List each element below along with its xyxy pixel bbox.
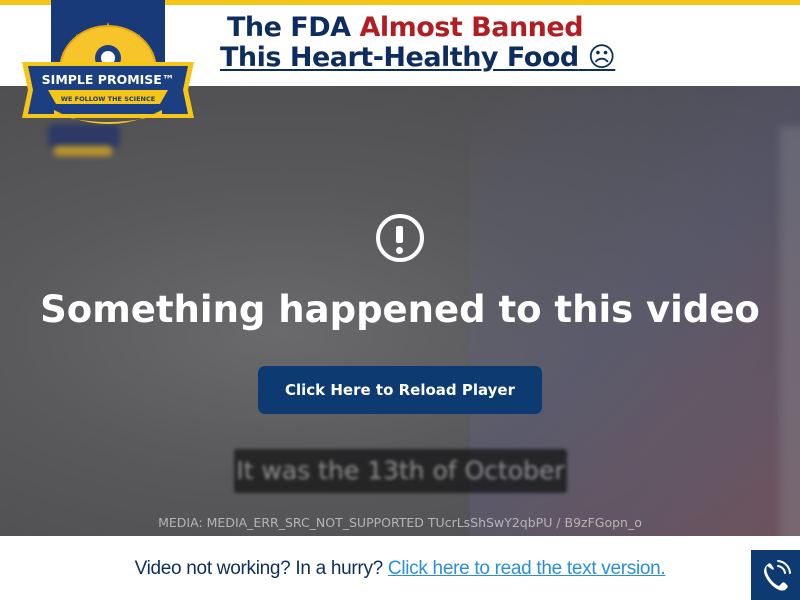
headline-line-2: This Heart-Healthy Food ☹: [220, 42, 616, 73]
video-error-title: Something happened to this video: [40, 288, 760, 331]
simple-promise-logo[interactable]: SIMPLE PROMISE™ WE FOLLOW THE SCIENCE: [14, 0, 196, 160]
headline-line-1: The FDA Almost Banned: [220, 13, 590, 43]
sad-face-emoji: ☹: [587, 42, 616, 73]
phone-icon: [764, 560, 791, 591]
blurred-video-caption: It was the 13th of October: [234, 449, 567, 493]
headline: The FDA Almost Banned This Heart-Healthy…: [220, 13, 616, 73]
exclamation-bar: [396, 226, 403, 243]
headline-part-1: The FDA: [226, 12, 360, 43]
headline-highlight: Almost Banned: [359, 12, 584, 43]
exclamation-circle-icon: [376, 214, 424, 262]
text-version-link[interactable]: Click here to read the text version.: [388, 558, 666, 579]
logo-brand-text: SIMPLE PROMISE™: [42, 72, 175, 87]
media-error-code: MEDIA: MEDIA_ERR_SRC_NOT_SUPPORTED TUcrL…: [158, 515, 642, 530]
exclamation-dot: [396, 247, 403, 254]
logo-tagline-text: WE FOLLOW THE SCIENCE: [61, 95, 155, 103]
logo-graphic: SIMPLE PROMISE™ WE FOLLOW THE SCIENCE: [22, 0, 194, 124]
headline-line-2-text: This Heart-Healthy Food: [220, 42, 579, 73]
bottom-bar: Video not working? In a hurry? Click her…: [0, 536, 800, 600]
call-button[interactable]: [751, 550, 800, 600]
text-version-question: Video not working? In a hurry?: [134, 558, 388, 579]
reload-player-button[interactable]: Click Here to Reload Player: [258, 366, 542, 414]
text-version-prompt: Video not working? In a hurry? Click her…: [0, 557, 800, 581]
